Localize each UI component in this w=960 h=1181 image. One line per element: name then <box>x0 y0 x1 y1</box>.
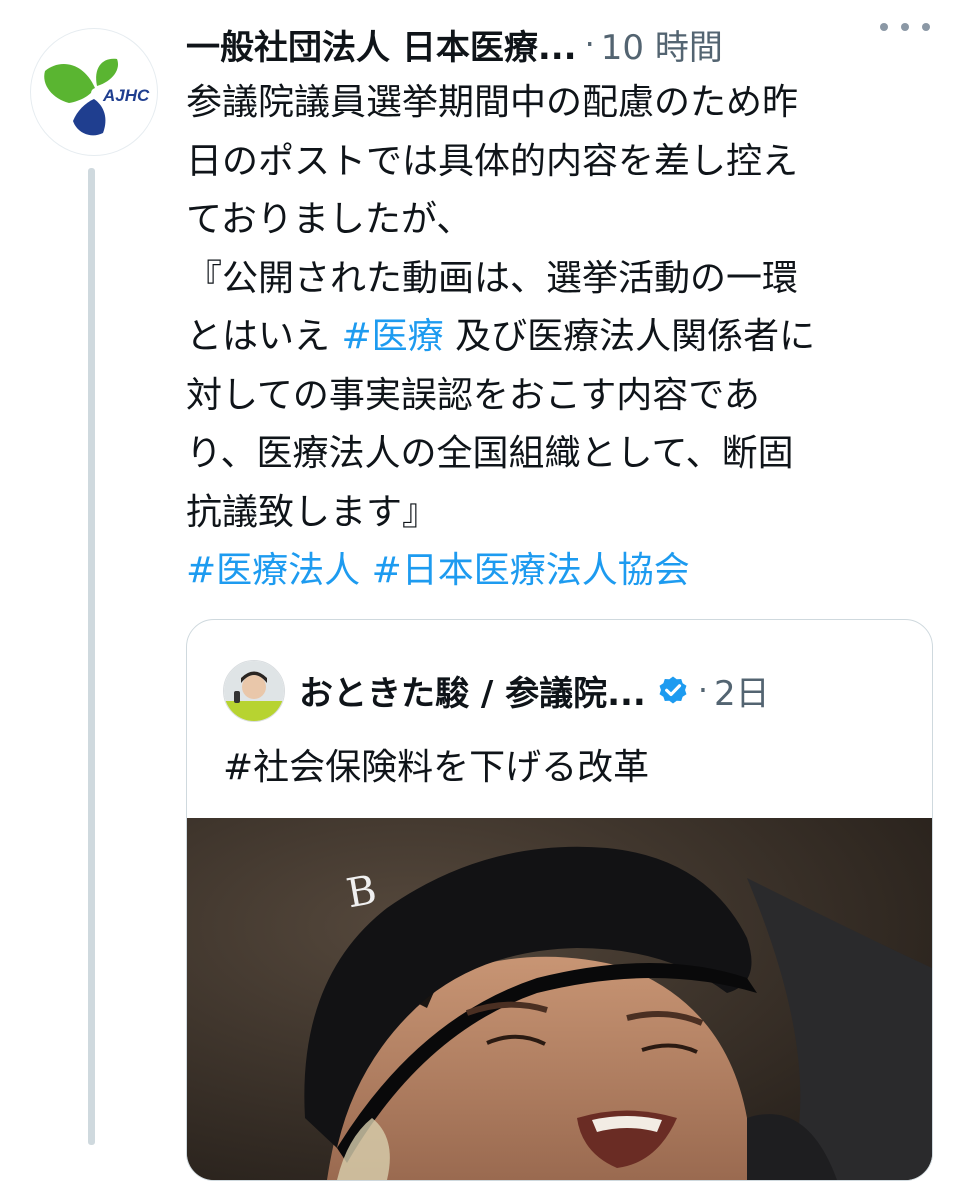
quoted-tweet-text: #社会保険料を下げる改革 <box>223 747 650 788</box>
tweet-body-line: 日のポストでは具体的内容を差し控え <box>186 133 936 192</box>
quoted-timestamp[interactable]: 2日 <box>714 666 770 715</box>
more-dot <box>880 23 888 31</box>
quoted-header: おときた駿 / 参議院... · 2日 <box>299 660 770 720</box>
hashtag-link[interactable]: #医療法人 <box>186 550 360 591</box>
body-text-segment: 対しての事実誤認をおこす内容であ <box>186 374 760 416</box>
hashtag-link[interactable]: #医療 <box>341 316 443 357</box>
body-text-segment: り、医療法人の全国組織として、断固 <box>186 433 794 474</box>
logo-text: AJHC <box>102 86 150 105</box>
quoted-video-thumbnail[interactable]: B <box>187 818 932 1180</box>
more-dot <box>901 23 909 31</box>
video-frame-photo: B <box>187 818 932 1180</box>
tweet-body-line: ておりましたが、 <box>186 191 936 250</box>
verified-badge-icon <box>659 676 687 704</box>
body-text-segment <box>360 550 371 591</box>
quoted-separator: · <box>697 671 709 709</box>
ajhc-logo: AJHC <box>44 58 150 136</box>
tweet-timestamp[interactable]: 10 時間 <box>601 20 723 69</box>
tweet-body-line: 抗議致します』 <box>186 484 936 543</box>
body-text-segment: 日のポストでは具体的内容を差し控え <box>186 140 799 182</box>
tweet-body-line: り、医療法人の全国組織として、断固 <box>186 425 936 484</box>
header-separator: · <box>584 25 595 63</box>
body-text-segment: ておりましたが、 <box>186 199 473 240</box>
author-avatar[interactable]: AJHC <box>30 28 158 156</box>
body-text-segment: 抗議致します』 <box>186 491 439 533</box>
quoted-tweet-card[interactable]: おときた駿 / 参議院... · 2日 #社会保険料を下げる改革 B <box>186 619 933 1181</box>
body-text-segment: 参議院議員選挙期間中の配慮のため昨 <box>186 82 799 123</box>
more-dot <box>922 23 930 31</box>
tweet-body: 参議院議員選挙期間中の配慮のため昨 日のポストでは具体的内容を差し控え ておりました… <box>186 74 936 601</box>
tweet-body-line: とはいえ #医療 及び医療法人関係者に <box>186 308 936 367</box>
hashtag-link[interactable]: #日本医療法人協会 <box>372 550 690 591</box>
tweet-body-line: #医療法人 #日本医療法人協会 <box>186 542 936 601</box>
tweet-header: 一般社団法人 日本医療... · 10 時間 <box>186 18 946 70</box>
tweet-body-line: 『公開された動画は、選挙活動の一環 <box>186 250 936 309</box>
tweet-body-line: 参議院議員選挙期間中の配慮のため昨 <box>186 74 936 133</box>
tweet-body-line: 対しての事実誤認をおこす内容であ <box>186 367 936 426</box>
body-text-segment: とはいえ <box>186 316 342 357</box>
body-text-segment: 『公開された動画は、選挙活動の一環 <box>186 257 799 299</box>
author-display-name[interactable]: 一般社団法人 日本医療... <box>186 20 577 69</box>
quoted-author-avatar[interactable] <box>223 660 285 722</box>
body-text-segment: 及び医療法人関係者に <box>443 316 816 357</box>
quoted-avatar-photo <box>224 661 284 721</box>
quoted-display-name[interactable]: おときた駿 / 参議院... <box>299 666 646 715</box>
more-horizontal-icon[interactable] <box>880 12 930 42</box>
thread-connector-line <box>88 168 95 1145</box>
